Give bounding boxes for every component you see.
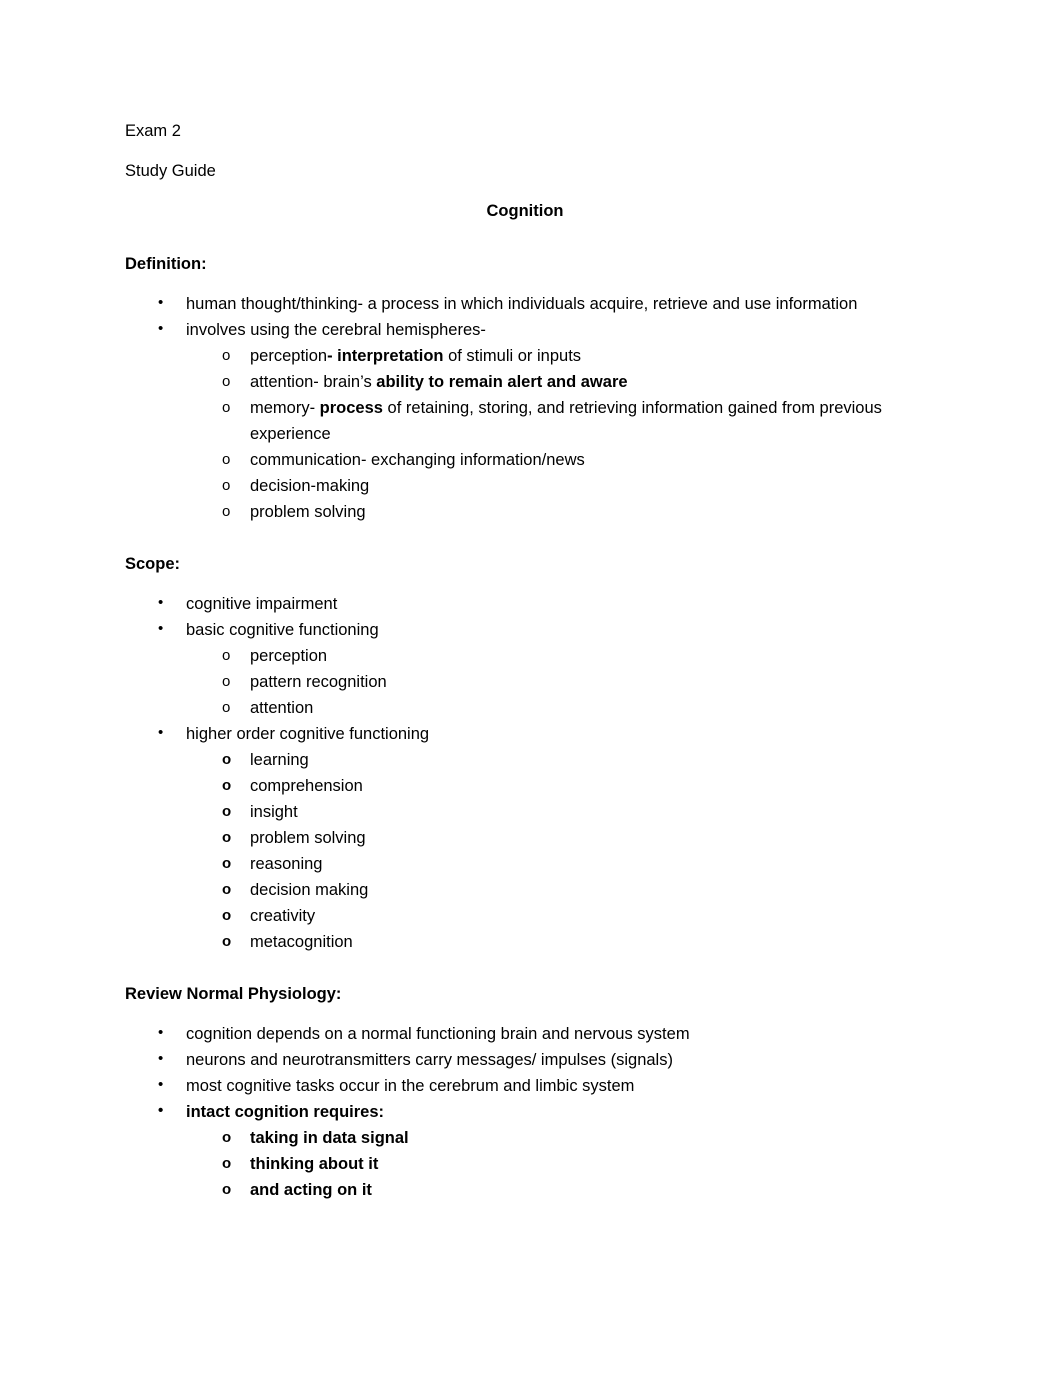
bullet-text: cognition depends on a normal functionin… bbox=[186, 1025, 690, 1043]
bullet-item: neurons and neurotransmitters carry mess… bbox=[125, 1046, 937, 1073]
bullet-item: higher order cognitive functioning learni… bbox=[125, 720, 937, 955]
sub-bullet-item: metacognition bbox=[186, 929, 937, 955]
sub-bullet-text: comprehension bbox=[250, 777, 363, 795]
header-line-exam: Exam 2 bbox=[125, 122, 181, 140]
sub-bullet-item: pattern recognition bbox=[186, 669, 937, 695]
bullet-item: human thought/thinking- a process in whi… bbox=[125, 290, 937, 317]
bullet-text: basic cognitive functioning bbox=[186, 621, 379, 639]
sub-bullet-text: attention bbox=[250, 699, 314, 717]
section-heading: Scope: bbox=[125, 555, 181, 573]
bullet-item: most cognitive tasks occur in the cerebr… bbox=[125, 1072, 937, 1099]
sub-bullet-list: taking in data signal thinking about it an… bbox=[186, 1125, 937, 1203]
sub-bullet-item: decision-making bbox=[186, 473, 937, 499]
document-section: Review Normal Physiology: cognition depen… bbox=[125, 981, 937, 1203]
sub-bullet-emphasis: - interpretation bbox=[327, 347, 444, 365]
sub-bullet-text: pattern recognition bbox=[250, 673, 387, 691]
document-title: Cognition bbox=[486, 202, 564, 220]
bullet-text: human thought/thinking- a process in whi… bbox=[186, 295, 858, 313]
sub-bullet-text: of stimuli or inputs bbox=[443, 347, 582, 365]
sub-bullet-text: perception bbox=[250, 347, 328, 365]
sub-bullet-item: creativity bbox=[186, 903, 937, 929]
header-line-study-guide: Study Guide bbox=[125, 162, 216, 180]
document-section: Definition: human thought/thinking- a pro… bbox=[125, 251, 937, 525]
section-heading: Definition: bbox=[125, 255, 207, 273]
sub-bullet-item: attention bbox=[186, 695, 937, 721]
sub-bullet-item: taking in data signal bbox=[186, 1125, 937, 1151]
sub-bullet-text: learning bbox=[250, 751, 309, 769]
sub-bullet-item: attention- brain’s ability to remain ale… bbox=[186, 369, 937, 395]
bullet-list: cognitive impairment basic cognitive func… bbox=[125, 590, 937, 955]
sub-bullet-item: memory- process of retaining, storing, a… bbox=[186, 395, 937, 447]
sub-bullet-list: perception pattern recognition attention bbox=[186, 643, 937, 721]
sub-bullet-text: metacognition bbox=[250, 933, 353, 951]
section-heading: Review Normal Physiology: bbox=[125, 985, 342, 1003]
sub-bullet-text: perception bbox=[250, 647, 328, 665]
sub-bullet-text: problem solving bbox=[250, 503, 366, 521]
bullet-text: higher order cognitive functioning bbox=[186, 725, 430, 743]
sub-bullet-text: memory- bbox=[250, 399, 320, 417]
bullet-text: intact cognition requires: bbox=[186, 1103, 385, 1121]
sub-bullet-emphasis: thinking about it bbox=[250, 1155, 379, 1173]
sub-bullet-item: learning bbox=[186, 747, 937, 773]
bullet-text: most cognitive tasks occur in the cerebr… bbox=[186, 1077, 635, 1095]
sub-bullet-emphasis: ability to remain alert and aware bbox=[376, 373, 628, 391]
bullet-text: neurons and neurotransmitters carry mess… bbox=[186, 1051, 673, 1069]
sub-bullet-item: thinking about it bbox=[186, 1151, 937, 1177]
sub-bullet-emphasis: and acting on it bbox=[250, 1181, 372, 1199]
sub-bullet-text: communication- exchanging information/ne… bbox=[250, 451, 585, 469]
sub-bullet-text: creativity bbox=[250, 907, 316, 925]
document-section: Scope: cognitive impairment basic cognitiv… bbox=[125, 551, 937, 955]
sub-bullet-list: learning comprehension insight problem solv… bbox=[186, 747, 937, 955]
sub-bullet-item: reasoning bbox=[186, 851, 937, 877]
bullet-list: cognition depends on a normal functionin… bbox=[125, 1020, 937, 1203]
sub-bullet-list: perception- interpretation of stimuli or… bbox=[186, 343, 937, 525]
bullet-text: involves using the cerebral hemispheres- bbox=[186, 321, 486, 339]
bullet-text: cognitive impairment bbox=[186, 595, 338, 613]
bullet-item: cognitive impairment bbox=[125, 590, 937, 617]
sub-bullet-text: decision-making bbox=[250, 477, 370, 495]
sub-bullet-text: decision making bbox=[250, 881, 369, 899]
document-page: Exam 2 Study Guide Cognition Definition:… bbox=[0, 0, 1062, 1377]
sub-bullet-item: perception bbox=[186, 643, 937, 669]
sub-bullet-text: reasoning bbox=[250, 855, 323, 873]
sub-bullet-text: problem solving bbox=[250, 829, 366, 847]
document-header: Exam 2 Study Guide bbox=[125, 118, 937, 184]
sub-bullet-emphasis: process bbox=[319, 399, 383, 417]
bullet-item: involves using the cerebral hemispheres-… bbox=[125, 316, 937, 525]
bullet-item: intact cognition requires: taking in data… bbox=[125, 1098, 937, 1203]
sub-bullet-emphasis: taking in data signal bbox=[250, 1129, 409, 1147]
bullet-item: basic cognitive functioning perception pat… bbox=[125, 616, 937, 721]
sub-bullet-item: and acting on it bbox=[186, 1177, 937, 1203]
sub-bullet-item: problem solving bbox=[186, 825, 937, 851]
sub-bullet-item: perception- interpretation of stimuli or… bbox=[186, 343, 937, 369]
sub-bullet-item: insight bbox=[186, 799, 937, 825]
sub-bullet-item: communication- exchanging information/ne… bbox=[186, 447, 937, 473]
sub-bullet-item: comprehension bbox=[186, 773, 937, 799]
sub-bullet-item: problem solving bbox=[186, 499, 937, 525]
bullet-list: human thought/thinking- a process in whi… bbox=[125, 290, 937, 525]
sub-bullet-item: decision making bbox=[186, 877, 937, 903]
sub-bullet-text: insight bbox=[250, 803, 298, 821]
bullet-item: cognition depends on a normal functionin… bbox=[125, 1020, 937, 1047]
sub-bullet-text: attention- brain’s bbox=[250, 373, 377, 391]
document-body: Definition: human thought/thinking- a pro… bbox=[125, 251, 937, 1203]
